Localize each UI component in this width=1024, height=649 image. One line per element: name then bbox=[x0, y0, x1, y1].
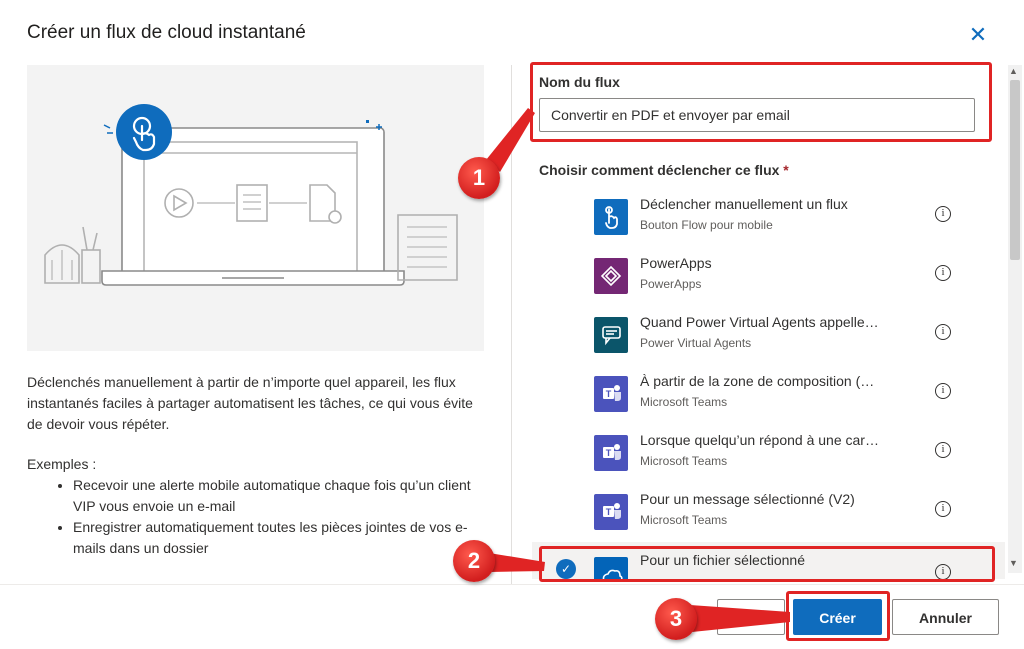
callout-pointer-3 bbox=[690, 605, 790, 632]
callout-badge-1: 1 bbox=[458, 157, 500, 199]
callout-pointers bbox=[486, 108, 790, 632]
callout-badge-2: 2 bbox=[453, 540, 495, 582]
callout-pointer-2 bbox=[489, 553, 545, 572]
callout-badge-3: 3 bbox=[655, 598, 697, 640]
